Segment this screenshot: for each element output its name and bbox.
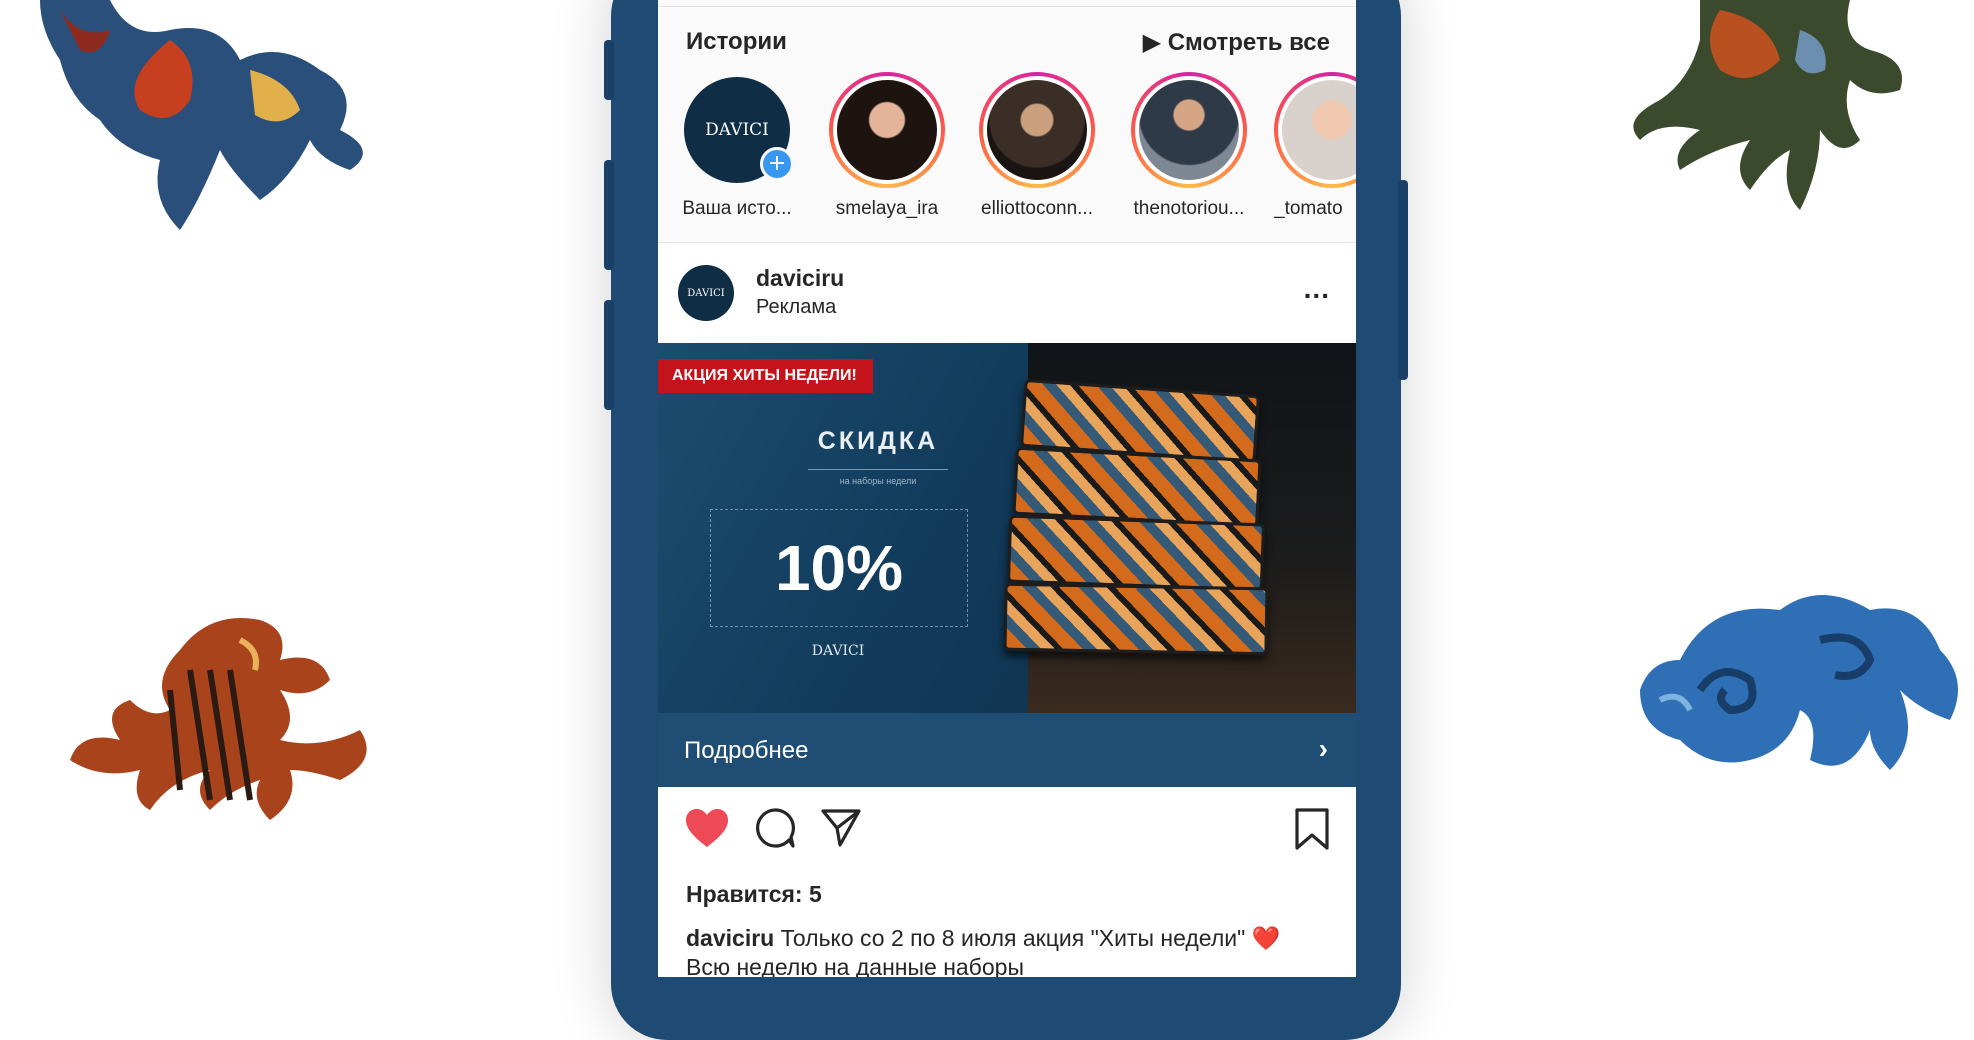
story-item-smelaya-ira[interactable]: smelaya_ira [822, 72, 952, 220]
phone-screen: Истории ▶ Смотреть все DAVICI + Ваша ист… [658, 0, 1356, 977]
divider [658, 6, 1356, 7]
ad-small-text: на наборы недели [839, 476, 917, 486]
puzzle-box [1006, 514, 1266, 592]
ad-badge: АКЦИЯ ХИТЫ НЕДЕЛИ! [658, 359, 873, 393]
logo-text: DAVICI [687, 287, 725, 299]
post-actions: Нравится: 5 daviciru Только со 2 по 8 ию… [658, 787, 1356, 977]
ad-logo: DAVICI [811, 643, 865, 659]
heart-icon[interactable] [684, 807, 730, 849]
post-author-avatar[interactable]: DAVICI [678, 265, 734, 321]
phone-power-button [1398, 180, 1408, 380]
phone-volume-up-button [604, 160, 614, 270]
story-ring [829, 72, 945, 188]
ad-discount-title: СКИДКА [817, 427, 939, 455]
learn-more-button[interactable]: Подробнее › [658, 713, 1356, 787]
post-caption: daviciru Только со 2 по 8 июля акция "Хи… [686, 924, 1326, 977]
story-ring [1131, 72, 1247, 188]
post-username[interactable]: daviciru [756, 265, 844, 292]
story-label: Ваша исто... [682, 198, 792, 219]
phone-side-button [604, 40, 614, 100]
post-header: DAVICI daviciru Реклама ... [658, 243, 1356, 343]
more-options-icon[interactable]: ... [1304, 273, 1330, 305]
puzzle-piece-lobster-left [70, 618, 367, 820]
story-label: _tomato [1274, 198, 1343, 219]
add-story-icon[interactable]: + [760, 147, 794, 181]
watch-all-button[interactable]: ▶ Смотреть все [1143, 28, 1330, 57]
puzzle-box [1003, 582, 1269, 656]
avatar [837, 80, 937, 180]
stories-title: Истории [686, 28, 787, 55]
puzzle-piece-cloud-right [1640, 595, 1958, 770]
story-label: elliottoconn... [981, 198, 1093, 219]
divider [808, 469, 948, 470]
ad-product-photo [1003, 343, 1356, 713]
sponsored-label: Реклама [756, 296, 837, 318]
avatar [987, 80, 1087, 180]
story-ring [1274, 72, 1356, 188]
learn-more-label: Подробнее [684, 737, 809, 764]
caption-username[interactable]: daviciru [686, 925, 774, 951]
ad-percent: 10% [774, 532, 904, 604]
puzzle-piece-dragon-top-left [40, 0, 363, 230]
ad-percent-box: 10% [710, 509, 968, 627]
story-item-own[interactable]: DAVICI + Ваша исто... [672, 72, 802, 220]
own-story-avatar: DAVICI + [684, 77, 794, 183]
puzzle-piece-octopus-top-right [1633, 0, 1902, 210]
likes-count[interactable]: Нравится: 5 [686, 881, 822, 908]
avatar [1282, 80, 1356, 180]
phone-volume-down-button [604, 300, 614, 410]
story-item-elliottoconn[interactable]: elliottoconn... [972, 72, 1102, 220]
caption-text: Только со 2 по 8 июля акция "Хиты недели… [686, 925, 1281, 977]
comment-icon[interactable] [754, 807, 796, 849]
bookmark-icon[interactable] [1294, 807, 1330, 851]
ad-image[interactable]: АКЦИЯ ХИТЫ НЕДЕЛИ! СКИДКА на наборы неде… [658, 343, 1356, 713]
story-label: smelaya_ira [835, 198, 939, 219]
avatar [1139, 80, 1239, 180]
logo-text: DAVICI [705, 120, 769, 140]
story-item-thenotorious[interactable]: thenotoriou... [1124, 72, 1254, 220]
story-ring [979, 72, 1095, 188]
story-item-tomato[interactable]: _tomato [1274, 72, 1356, 220]
chevron-right-icon: › [1318, 733, 1328, 764]
stories-section: Истории ▶ Смотреть все DAVICI + Ваша ист… [658, 0, 1356, 243]
story-label: thenotoriou... [1133, 198, 1245, 219]
share-icon[interactable] [820, 807, 862, 849]
